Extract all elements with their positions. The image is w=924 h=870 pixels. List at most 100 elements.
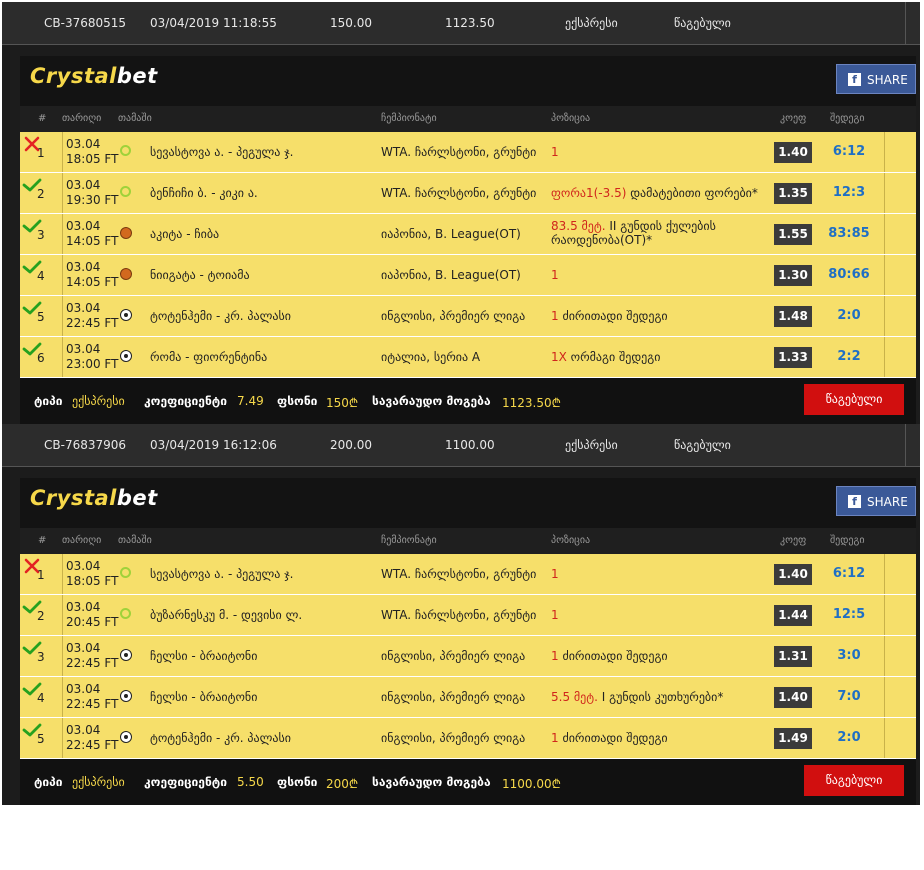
row-number: 1 [37,568,45,582]
bet-row: 6 03.04 23:00 FT რომა - ფიორენტინა იტალია… [20,337,916,378]
coupon-payout: 1123.50 [445,16,495,30]
share-button[interactable]: f SHARE [836,486,916,516]
divider [62,595,63,635]
col-championship: ჩემპიონატი [381,535,437,546]
logo-part-2: bet [116,486,158,510]
row-number: 2 [37,187,45,201]
col-result: შედეგი [830,113,865,124]
position-pick: 1 [551,649,559,663]
tennis-icon [120,186,131,197]
row-odds: 1.33 [774,347,812,368]
footer-stake-label: ფსონი [277,775,318,789]
coupon-footer: ტიპი ექსპრესი კოეფიციენტი 7.49 ფსონი 150… [20,378,916,424]
row-match[interactable]: ტოტენჰემი - კრ. პალასი [150,309,291,323]
row-position: 1 ძირითადი შედეგი [551,309,668,323]
coupon-id: CB-37680515 [44,16,127,30]
share-label: SHARE [867,495,908,509]
row-datetime: 03.04 14:05 FT [66,260,118,290]
row-date: 03.04 [66,301,101,315]
divider [884,214,885,254]
row-datetime: 03.04 19:30 FT [66,178,118,208]
row-datetime: 03.04 20:45 FT [66,600,118,630]
position-market: ძირითადი შედეგი [558,731,668,745]
position-market: I გუნდის კუთხურები* [597,690,724,704]
divider [884,554,885,594]
row-time: 18:05 FT [66,152,119,166]
row-odds: 1.55 [774,224,812,245]
row-match[interactable]: ჩელსი - ბრაიტონი [150,690,257,704]
row-match[interactable]: ბენჩიჩი ბ. - კიკი ა. [150,186,258,200]
coupon-summary-bar[interactable]: CB-76837906 03/04/2019 16:12:06 200.00 1… [2,424,920,467]
soccer-icon [120,690,132,702]
status-lost-button[interactable]: წაგებული [804,384,904,415]
row-odds: 1.48 [774,306,812,327]
coupon-stake: 150.00 [330,16,372,30]
divider [62,718,63,758]
row-score: 2:0 [837,730,861,745]
row-date: 03.04 [66,600,101,614]
row-score: 6:12 [832,144,866,159]
divider [62,677,63,717]
row-match[interactable]: ტოტენჰემი - კრ. პალასი [150,731,291,745]
bet-row: 1 03.04 18:05 FT სევასტოვა ა. - პეგულა ჯ.… [20,132,916,173]
row-league: ინგლისი, პრემიერ ლიგა [381,690,526,704]
row-position: 1 ძირითადი შედეგი [551,731,668,745]
bet-row: 4 03.04 22:45 FT ჩელსი - ბრაიტონი ინგლისი… [20,677,916,718]
coupon-detail-panel: Crystalbet f SHARE # თარიღი თამაში ჩემპი… [20,478,916,805]
facebook-icon: f [848,73,861,86]
facebook-icon: f [848,495,861,508]
row-time: 23:00 FT [66,357,119,371]
row-date: 03.04 [66,682,101,696]
logo-part-2: bet [116,64,158,88]
crystalbet-logo: Crystalbet [30,486,158,510]
row-time: 14:05 FT [66,234,119,248]
share-button[interactable]: f SHARE [836,64,916,94]
status-lost-button[interactable]: წაგებული [804,765,904,796]
footer-type-value: ექსპრესი [72,775,125,789]
position-market: ძირითადი შედეგი [558,309,668,323]
row-odds: 1.31 [774,646,812,667]
position-market: ორმაგი შედეგი [566,350,661,364]
row-score: 12:5 [832,607,866,622]
col-championship: ჩემპიონატი [381,113,437,124]
row-datetime: 03.04 14:05 FT [66,219,118,249]
tennis-icon [120,567,131,578]
row-number: 4 [37,691,45,705]
col-num: # [38,535,47,546]
bet-row: 2 03.04 20:45 FT ბუზარნესკუ მ. - დევისი ლ… [20,595,916,636]
divider [884,677,885,717]
row-date: 03.04 [66,641,101,655]
row-match[interactable]: ბუზარნესკუ მ. - დევისი ლ. [150,608,302,622]
row-league: იტალია, სერია A [381,350,481,364]
row-datetime: 03.04 18:05 FT [66,137,118,167]
divider [62,337,63,377]
coupon-status: წაგებული [674,16,731,30]
row-match[interactable]: სევასტოვა ა. - პეგულა ჯ. [150,145,293,159]
bet-rows: 1 03.04 18:05 FT სევასტოვა ა. - პეგულა ჯ.… [20,554,916,759]
divider [62,554,63,594]
row-number: 3 [37,650,45,664]
bet-row: 1 03.04 18:05 FT სევასტოვა ა. - პეგულა ჯ.… [20,554,916,595]
footer-coef-label: კოეფიციენტი [144,394,227,408]
logo-part-1: Crystal [30,486,117,510]
row-position: ფორა1(-3.5) დამატებითი ფორები* [551,186,758,200]
col-odds: კოეფ [780,535,807,546]
row-match[interactable]: ჩელსი - ბრაიტონი [150,649,257,663]
row-match[interactable]: რომა - ფიორენტინა [150,350,267,364]
row-match[interactable]: აკიტა - ჩიბა [150,227,219,241]
soccer-icon [120,350,132,362]
row-date: 03.04 [66,723,101,737]
row-league: იაპონია, B. League(OT) [381,268,521,282]
row-match[interactable]: სევასტოვა ა. - პეგულა ჯ. [150,567,293,581]
divider [905,424,920,466]
row-odds: 1.40 [774,564,812,585]
row-datetime: 03.04 18:05 FT [66,559,118,589]
coupon-summary-bar[interactable]: CB-37680515 03/04/2019 11:18:55 150.00 1… [2,2,920,45]
col-odds: კოეფ [780,113,807,124]
row-position: 1 [551,268,559,282]
bet-rows: 1 03.04 18:05 FT სევასტოვა ა. - პეგულა ჯ.… [20,132,916,378]
bet-row: 3 03.04 22:45 FT ჩელსი - ბრაიტონი ინგლისი… [20,636,916,677]
row-match[interactable]: ნიიგატა - ტოიამა [150,268,250,282]
divider [62,173,63,213]
position-market: ძირითადი შედეგი [558,649,668,663]
